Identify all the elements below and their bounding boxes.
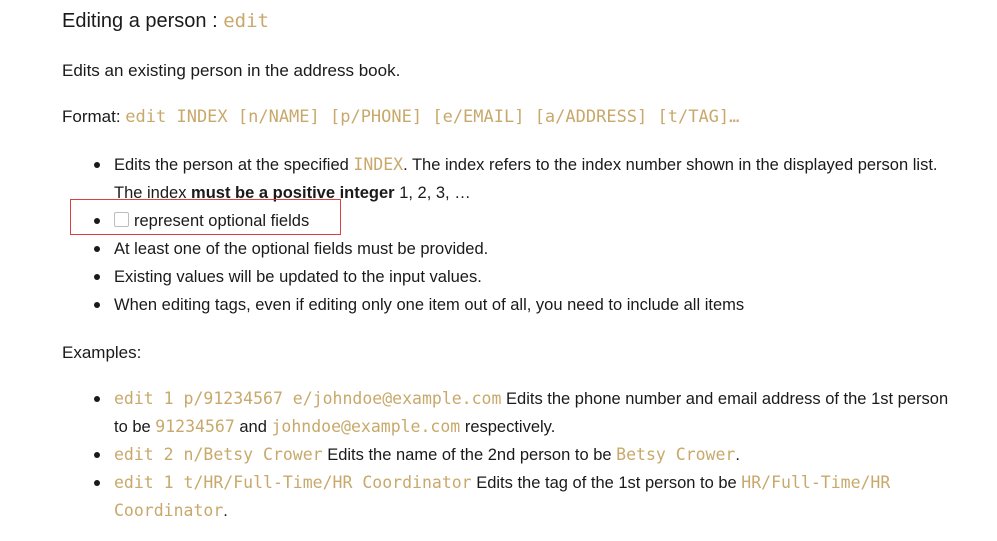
description: Edits an existing person in the address …	[62, 61, 401, 80]
format-line: Format: edit INDEX [n/NAME] [p/PHONE] [e…	[62, 107, 739, 127]
example-command: edit 1 p/91234567 e/johndoe@example.com	[114, 389, 502, 408]
list-item: At least one of the optional fields must…	[62, 235, 962, 263]
examples-list: edit 1 p/91234567 e/johndoe@example.com …	[62, 385, 962, 525]
examples-label: Examples:	[62, 343, 142, 362]
example-value: johndoe@example.com	[271, 417, 461, 436]
note-text: When editing tags, even if editing only …	[114, 296, 745, 314]
heading-text: Editing a person :	[62, 10, 224, 32]
list-item: edit 2 n/Betsy Crower Edits the name of …	[62, 441, 962, 469]
format-syntax: edit INDEX [n/NAME] [p/PHONE] [e/EMAIL] …	[125, 107, 740, 127]
section-heading: Editing a person : edit	[62, 10, 269, 33]
note-code: INDEX	[353, 155, 404, 174]
example-command: edit 1 t/HR/Full-Time/HR Coordinator	[114, 473, 472, 492]
example-value: Betsy Crower	[616, 445, 736, 464]
list-item: edit 1 p/91234567 e/johndoe@example.com …	[62, 385, 962, 441]
list-item: Existing values will be updated to the i…	[62, 263, 962, 291]
note-text: Existing values will be updated to the i…	[114, 268, 482, 286]
format-label: Format:	[62, 107, 126, 126]
note-text: At least one of the optional fields must…	[114, 240, 489, 258]
example-text: .	[735, 446, 740, 464]
example-command: edit 2 n/Betsy Crower	[114, 445, 323, 464]
example-text: and	[234, 418, 272, 436]
note-text: Edits the person at the specified	[114, 156, 354, 174]
highlight-box	[70, 199, 341, 235]
example-text: Edits the name of the 2nd person to be	[322, 446, 617, 464]
example-text: respectively.	[460, 418, 556, 436]
example-value: 91234567	[155, 417, 235, 436]
list-item: edit 1 t/HR/Full-Time/HR Coordinator Edi…	[62, 469, 962, 525]
notes-list: Edits the person at the specified INDEX.…	[62, 151, 962, 319]
list-item: When editing tags, even if editing only …	[62, 291, 962, 319]
example-text: .	[223, 502, 228, 520]
heading-command: edit	[223, 10, 269, 32]
note-text: 1, 2, 3, …	[394, 184, 471, 202]
example-text: Edits the tag of the 1st person to be	[471, 474, 742, 492]
